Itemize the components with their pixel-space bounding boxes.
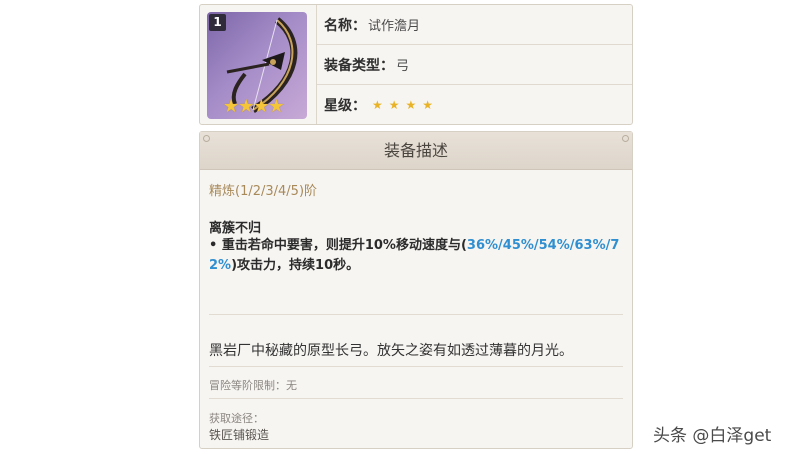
- watermark: 头条 @白泽get: [653, 426, 772, 446]
- divider: [209, 314, 623, 315]
- page: 1 ★★★★ 名称： 试作澹月 装备类型： 弓 星级： ★★★★ 装备描述 精炼…: [0, 0, 808, 454]
- source-value: 铁匠铺锻造: [209, 428, 270, 442]
- source-label: 获取途径：: [209, 412, 264, 425]
- type-row: 装备类型： 弓: [317, 45, 632, 85]
- type-label: 装备类型：: [324, 57, 394, 74]
- rarity-stars: ★★★★: [372, 97, 440, 112]
- type-value: 弓: [396, 59, 410, 74]
- refinement-label: 精炼(1/2/3/4/5)阶: [209, 184, 318, 199]
- name-row: 名称： 试作澹月: [317, 5, 632, 45]
- thumbnail-stars: ★★★★: [223, 96, 285, 117]
- passive-description: • 重击若命中要害，则提升10%移动速度与(36%/45%/54%/63%/72…: [209, 236, 625, 276]
- rarity-label: 星级：: [324, 97, 366, 114]
- passive-prefix: • 重击若命中要害，则提升10%移动速度与(: [209, 238, 467, 253]
- divider: [209, 398, 623, 399]
- passive-name: 离簇不归: [209, 221, 262, 236]
- description-header: 装备描述: [200, 132, 632, 170]
- rarity-row: 星级： ★★★★: [317, 85, 632, 124]
- corner-ornament-icon: [622, 135, 629, 142]
- level-limit: 冒险等阶限制：无: [209, 379, 297, 392]
- passive-suffix: )攻击力，持续10秒。: [231, 258, 360, 273]
- lore-text: 黑岩厂中秘藏的原型长弓。放矢之姿有如透过薄暮的月光。: [209, 343, 573, 359]
- rank-badge: 1: [209, 14, 226, 31]
- name-label: 名称：: [324, 17, 366, 34]
- info-column: 名称： 试作澹月 装备类型： 弓 星级： ★★★★: [317, 5, 632, 124]
- divider: [209, 366, 623, 367]
- weapon-image: 1 ★★★★: [207, 12, 307, 119]
- thumbnail-cell: 1 ★★★★: [200, 5, 317, 124]
- name-value: 试作澹月: [368, 19, 421, 34]
- corner-ornament-icon: [203, 135, 210, 142]
- item-card: 1 ★★★★ 名称： 试作澹月 装备类型： 弓 星级： ★★★★: [199, 4, 633, 125]
- description-title: 装备描述: [383, 141, 448, 160]
- description-panel: 装备描述 精炼(1/2/3/4/5)阶 离簇不归 • 重击若命中要害，则提升10…: [199, 131, 633, 449]
